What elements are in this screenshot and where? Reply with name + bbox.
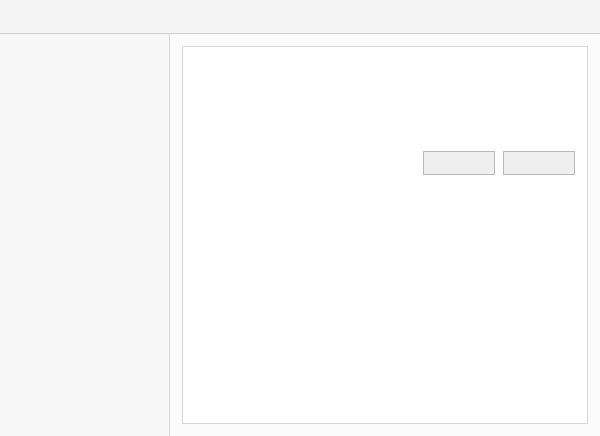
window [0,0,600,436]
sidebar-item[interactable] [10,72,159,90]
title-bar [0,0,600,34]
window-body [0,34,600,436]
main-area [170,34,600,436]
sidebar [0,34,170,436]
sidebar-item[interactable] [10,124,159,142]
dialog-footer [195,151,575,175]
footer-button[interactable] [503,151,575,175]
panel-heading [195,59,575,79]
sidebar-item[interactable] [10,46,159,64]
content-row [195,89,575,109]
sidebar-item[interactable] [10,98,159,116]
footer-button[interactable] [423,151,495,175]
close-button[interactable] [566,7,590,27]
content-panel [182,46,588,424]
content-row [195,119,575,139]
